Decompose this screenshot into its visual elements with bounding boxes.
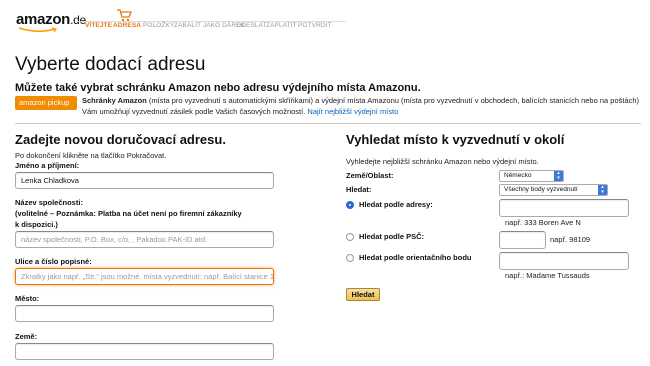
search-type-select-value: Všechny body vyzvednutí <box>504 186 578 193</box>
step-welcome: VÍTEJTE <box>85 22 113 29</box>
company-note-label-2: k dispozici.) <box>15 220 58 229</box>
full-name-label: Jméno a příjmení: <box>15 161 80 170</box>
select-arrows-icon: ▴ ▾ <box>554 171 563 181</box>
search-button[interactable]: Hledat <box>346 288 380 301</box>
landmark-search-hint: např.: Madame Tussauds <box>505 271 590 280</box>
new-address-instruction: Po dokončení klikněte na tlačítko Pokrač… <box>15 151 167 160</box>
country-input[interactable] <box>15 343 274 360</box>
pickup-info-title: Můžete také vybrat schránku Amazon nebo … <box>15 82 421 94</box>
search-by-landmark-radio[interactable] <box>346 254 354 262</box>
step-ship: ODESLAT <box>236 22 267 29</box>
amazon-logo[interactable]: amazon.de <box>16 11 86 28</box>
region-select-value: Německo <box>504 172 532 179</box>
search-by-zip-radio[interactable] <box>346 233 354 241</box>
street-input[interactable]: Zkratky jako např. „Str.“ jsou možné. mí… <box>15 268 274 285</box>
search-by-address-radio[interactable] <box>346 201 354 209</box>
pickup-info-text: Schránky Amazon (místa pro vyzvednutí s … <box>82 96 642 117</box>
country-label: Země: <box>15 332 38 341</box>
city-input[interactable] <box>15 305 274 322</box>
pickup-search-heading: Vyhledat místo k vyzvednutí v okolí <box>346 132 565 147</box>
region-select[interactable]: Německo ▴ ▾ <box>499 170 564 182</box>
street-label: Ulice a číslo popisné: <box>15 257 92 266</box>
step-gift-wrap: ZABALIT JAKO DÁREK <box>174 22 246 29</box>
amazon-smile-icon <box>18 27 57 33</box>
company-input[interactable]: název společnosti, P.O. Box, c/o, , Paka… <box>15 231 274 248</box>
landmark-search-input[interactable] <box>499 252 629 270</box>
step-address: ADRESA <box>113 22 142 29</box>
section-divider <box>15 123 641 124</box>
search-type-select[interactable]: Všechny body vyzvednutí ▴ ▾ <box>499 184 608 196</box>
find-pickup-link[interactable]: Najít nejbližší výdejní místo <box>307 107 398 116</box>
zip-search-input[interactable] <box>499 231 546 249</box>
company-label: Název společnosti: <box>15 198 83 207</box>
search-type-label: Hledat: <box>346 185 372 194</box>
amazon-pickup-logo: amazon pickup <box>15 96 77 110</box>
new-address-heading: Zadejte novou doručovací adresu. <box>15 132 226 147</box>
step-pay: ZAPLATIT <box>266 22 297 29</box>
city-label: Město: <box>15 294 40 303</box>
checkout-header: amazon.de VÍTEJTE ADRESA POLOŽKY ZABALIT… <box>0 0 650 36</box>
search-by-address-label: Hledat podle adresy: <box>359 200 433 209</box>
step-items: POLOŽKY <box>143 22 175 29</box>
region-label: Země/Oblast: <box>346 171 394 180</box>
page-title: Vyberte dodací adresu <box>15 54 206 75</box>
address-search-input[interactable] <box>499 199 629 217</box>
zip-search-hint: např. 98109 <box>550 235 591 244</box>
search-by-landmark-label: Hledat podle orientačního bodu <box>359 253 472 262</box>
full-name-input[interactable]: Lenka Chladkova <box>15 172 274 189</box>
company-note-label: (volitelné – Poznámka: Platba na účet ne… <box>15 209 242 218</box>
select-arrows-icon: ▴ ▾ <box>598 185 607 195</box>
address-search-hint: např. 333 Boren Ave N <box>505 218 581 227</box>
step-confirm: POTVRDIT <box>298 22 332 29</box>
search-by-zip-label: Hledat podle PSČ: <box>359 232 425 241</box>
pickup-info-bold: Schránky Amazon <box>82 96 147 105</box>
pickup-search-instruction: Vyhledejte nejbližší schránku Amazon neb… <box>346 157 539 166</box>
cart-icon <box>117 9 132 22</box>
